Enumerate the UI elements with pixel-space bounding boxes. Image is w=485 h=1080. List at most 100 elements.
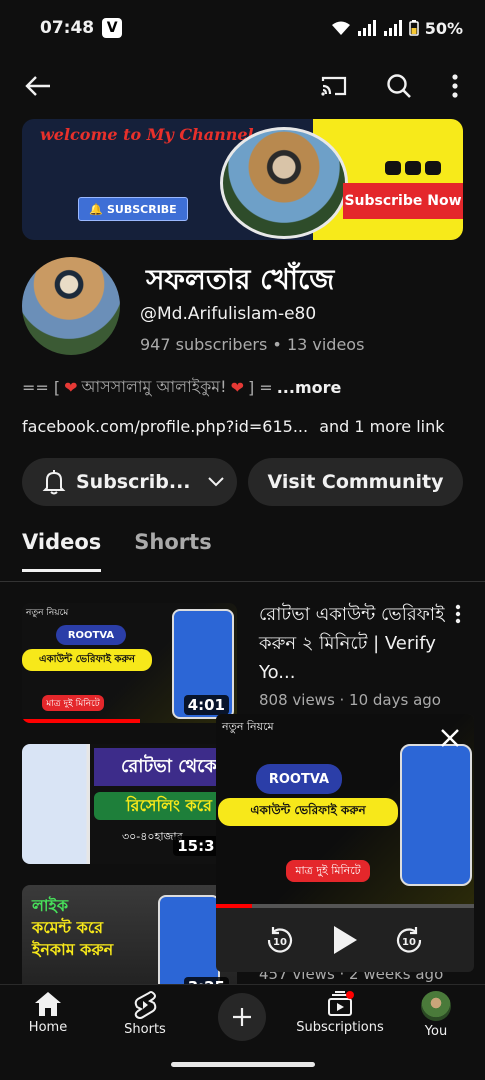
facebook-icon — [405, 161, 421, 175]
video-info-1[interactable]: রোটভা একাউন্ট ভেরিফাই করুন ২ মিনিটে | Ve… — [259, 600, 459, 709]
nav-shorts[interactable]: Shorts — [100, 991, 190, 1037]
thumb-pill: ROOTVA — [56, 625, 126, 645]
miniplayer-close-button[interactable] — [440, 728, 460, 752]
cast-button[interactable] — [316, 68, 352, 104]
nav-you[interactable]: You — [391, 991, 481, 1039]
battery-icon — [408, 20, 419, 36]
miniplayer-thumb-pill: ROOTVA — [256, 764, 342, 794]
nav-shorts-label: Shorts — [124, 1022, 166, 1037]
miniplayer-thumb-label: নতুন নিয়মে — [222, 720, 274, 733]
description-prefix: == [ — [22, 378, 61, 397]
nav-you-label: You — [424, 1024, 448, 1039]
watch-progress-bar — [22, 719, 140, 723]
miniplayer-thumb-red: মাত্র দুই মিনিটে — [286, 860, 370, 882]
forward-button[interactable]: 10 — [391, 922, 427, 958]
status-indicators: 50% — [331, 19, 463, 38]
miniplayer-video[interactable]: নতুন নিয়মে ROOTVA একাউন্ট ভেরিফাই করুন … — [216, 714, 474, 904]
signal-icon — [357, 20, 376, 36]
thumb-text: লাইক কমেন্ট করে ইনকাম করুন — [32, 895, 113, 961]
back-button[interactable] — [20, 68, 56, 104]
description-suffix: ] = — [247, 378, 273, 397]
close-icon — [441, 729, 459, 747]
channel-avatar[interactable] — [22, 257, 120, 355]
video-thumbnail-1[interactable]: নতুন নিয়মে ROOTVA একাউন্ট ভেরিফাই করুন … — [22, 603, 237, 723]
banner-subscribe-label: SUBSCRIBE — [107, 202, 177, 216]
battery-percent: 50% — [424, 18, 463, 38]
thumb-yellow-banner: একাউন্ট ভেরিফাই করুন — [22, 649, 152, 671]
system-home-indicator[interactable] — [171, 1062, 315, 1067]
channel-more-links[interactable]: and 1 more link — [319, 417, 444, 436]
description-text: আসসালামু আলাইকুম! — [81, 377, 227, 396]
heart-icon: ❤ — [64, 378, 78, 397]
visit-community-button[interactable]: Visit Community — [248, 458, 463, 506]
description-more[interactable]: ...more — [277, 378, 342, 397]
channel-banner: welcome to My Channel 🔔 SUBSCRIBE Subscr… — [22, 119, 463, 240]
channel-handle: @Md.Arifulislam-e80 — [140, 304, 317, 324]
search-icon — [387, 74, 411, 98]
rewind-10-icon: 10 — [267, 927, 293, 953]
forward-10-icon: 10 — [396, 927, 422, 953]
miniplayer-progress-track[interactable] — [216, 904, 474, 908]
back-arrow-icon — [25, 76, 50, 96]
status-time: 07:48 — [40, 18, 95, 38]
tab-videos[interactable]: Videos — [22, 530, 102, 572]
bell-icon — [42, 470, 66, 495]
rewind-button[interactable]: 10 — [262, 922, 298, 958]
banner-welcome-text: welcome to My Channel — [40, 125, 254, 144]
banner-subscribe-now: Subscribe Now — [343, 183, 463, 219]
nav-subscriptions[interactable]: Subscriptions — [295, 991, 385, 1035]
video-info-3[interactable]: 457 views · 2 weeks ago — [259, 971, 459, 983]
channel-stats: 947 subscribers • 13 videos — [140, 335, 365, 354]
heart-icon-2: ❤ — [230, 378, 244, 397]
channel-description[interactable]: == [ ❤ আসসালামু আলাইকুম! ❤ ] = ...more — [22, 374, 341, 401]
status-bar: 07:48 V 50% — [0, 0, 485, 56]
miniplayer-thumb-yellow: একাউন্ট ভেরিফাই করুন — [218, 798, 398, 826]
more-vert-icon — [452, 74, 458, 98]
top-app-bar — [0, 62, 485, 112]
thumb-red-banner: মাত্র দুই মিনিটে — [42, 695, 104, 711]
rewind-seconds: 10 — [273, 937, 287, 948]
search-button[interactable] — [381, 68, 417, 104]
signal-icon-2 — [383, 20, 402, 36]
channel-link[interactable]: facebook.com/profile.php?id=615... — [22, 417, 308, 436]
instagram-icon — [425, 161, 441, 175]
bell-icon: 🔔 — [89, 202, 103, 216]
play-icon — [334, 926, 357, 954]
video-meta: 808 views · 10 days ago — [259, 691, 441, 709]
subscribe-label: Subscrib... — [76, 471, 191, 493]
user-avatar — [421, 991, 451, 1021]
chevron-down-icon — [207, 477, 224, 487]
overflow-menu-button[interactable] — [437, 68, 473, 104]
nav-home-label: Home — [28, 1020, 68, 1035]
channel-name: সফলতার খোঁজে — [146, 263, 335, 296]
subscribe-button[interactable]: Subscrib... — [22, 458, 237, 506]
nav-home[interactable]: Home — [3, 991, 93, 1035]
channel-links[interactable]: facebook.com/profile.php?id=615... and 1… — [22, 417, 444, 436]
miniplayer-phone-graphic — [400, 744, 472, 886]
channel-tabs: Videos Shorts — [22, 530, 212, 572]
more-vert-icon — [455, 604, 461, 624]
plus-icon — [233, 1008, 251, 1026]
carrier-badge: V — [102, 18, 123, 38]
shorts-icon — [134, 991, 157, 1019]
video-title: রোটভা একাউন্ট ভেরিফাই করুন ২ মিনিটে | Ve… — [259, 604, 445, 683]
thumb-line2: কমেন্ট করে — [32, 918, 104, 937]
status-time-group: 07:48 V — [40, 18, 123, 38]
miniplayer[interactable]: নতুন নিয়মে ROOTVA একাউন্ট ভেরিফাই করুন … — [216, 714, 474, 972]
wifi-icon — [331, 21, 350, 35]
bottom-navigation: Home Shorts Subscriptions You — [0, 984, 485, 1050]
banner-social-icons — [385, 161, 441, 175]
video-menu-button[interactable] — [455, 604, 461, 628]
tab-shorts[interactable]: Shorts — [134, 530, 211, 572]
video-duration: 4:01 — [183, 695, 229, 715]
subscriptions-icon — [328, 991, 354, 1016]
notification-dot-icon — [346, 991, 354, 999]
play-button[interactable] — [327, 922, 363, 958]
video-meta: 457 views · 2 weeks ago — [259, 971, 444, 983]
thumb-line3: ইনকাম করুন — [32, 940, 114, 959]
nav-subscriptions-label: Subscriptions — [296, 1020, 384, 1035]
tabs-divider — [0, 581, 485, 582]
video-thumbnail-2[interactable]: রোটভা থেকে রিসেলিং করে ৩০-৪০হাজার 15:31 — [22, 744, 237, 864]
create-button[interactable] — [218, 993, 266, 1041]
home-icon — [35, 992, 61, 1016]
